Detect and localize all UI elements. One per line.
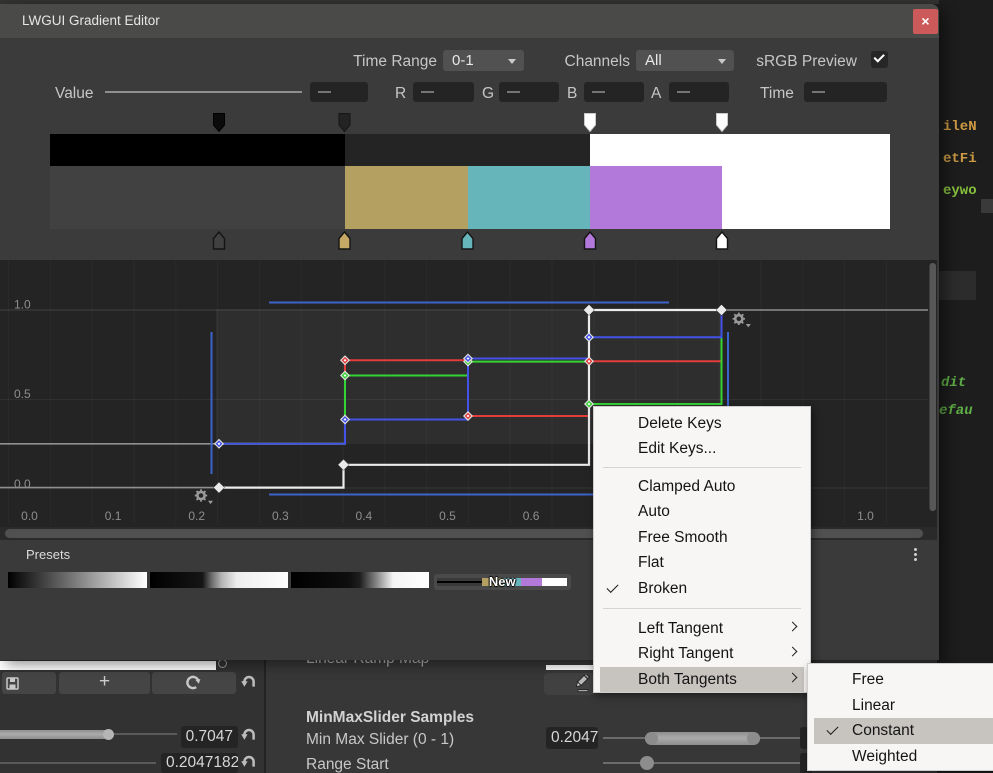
svg-text:0.0: 0.0 bbox=[14, 477, 31, 491]
svg-text:0.2: 0.2 bbox=[188, 509, 205, 523]
svg-text:1.0: 1.0 bbox=[857, 509, 874, 523]
svg-text:0.4: 0.4 bbox=[356, 509, 373, 523]
svg-text:0.5: 0.5 bbox=[439, 509, 456, 523]
svg-text:1.0: 1.0 bbox=[14, 298, 31, 312]
svg-text:0.5: 0.5 bbox=[14, 387, 31, 401]
svg-text:0.1: 0.1 bbox=[105, 509, 122, 523]
svg-text:0.0: 0.0 bbox=[21, 509, 38, 523]
svg-text:0.3: 0.3 bbox=[272, 509, 289, 523]
svg-text:0.6: 0.6 bbox=[523, 509, 540, 523]
